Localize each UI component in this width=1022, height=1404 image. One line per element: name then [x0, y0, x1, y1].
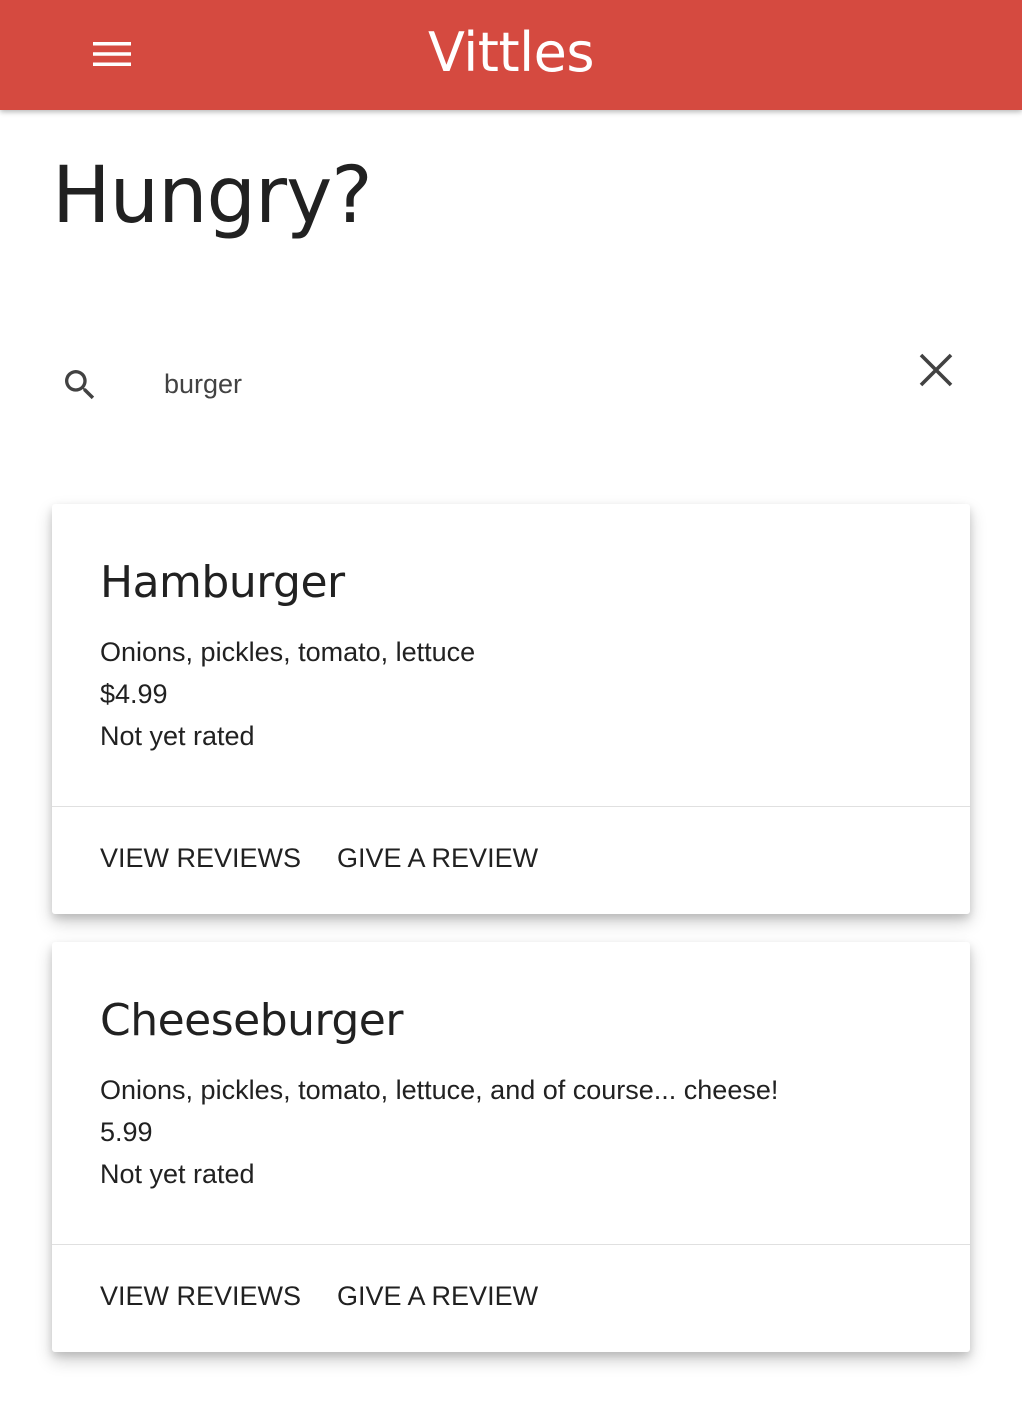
- menu-item-price: $4.99: [100, 679, 168, 709]
- menu-item-name: Cheeseburger: [100, 995, 403, 1046]
- menu-item-rating: Not yet rated: [100, 1159, 255, 1189]
- close-icon: [919, 353, 953, 387]
- view-reviews-button[interactable]: VIEW REVIEWS: [100, 1278, 301, 1314]
- give-review-button[interactable]: GIVE A REVIEW: [337, 1278, 538, 1314]
- page-heading: Hungry?: [52, 151, 373, 241]
- card-divider: [52, 1244, 970, 1245]
- app-title: Vittles: [428, 21, 594, 84]
- menu-item-card: Cheeseburger Onions, pickles, tomato, le…: [52, 942, 970, 1352]
- clear-search-button[interactable]: [912, 346, 960, 394]
- search-bar: [40, 340, 980, 430]
- give-review-button[interactable]: GIVE A REVIEW: [337, 840, 538, 876]
- menu-item-description: Onions, pickles, tomato, lettuce: [100, 637, 476, 667]
- menu-item-card: Hamburger Onions, pickles, tomato, lettu…: [52, 504, 970, 914]
- menu-item-rating: Not yet rated: [100, 721, 255, 751]
- menu-item-price: 5.99: [100, 1117, 153, 1147]
- search-icon: [65, 370, 95, 400]
- search-input[interactable]: [160, 360, 864, 408]
- menu-item-description: Onions, pickles, tomato, lettuce, and of…: [100, 1075, 779, 1105]
- app-bar: Vittles: [0, 0, 1022, 110]
- view-reviews-button[interactable]: VIEW REVIEWS: [100, 840, 301, 876]
- menu-item-name: Hamburger: [100, 557, 345, 608]
- card-divider: [52, 806, 970, 807]
